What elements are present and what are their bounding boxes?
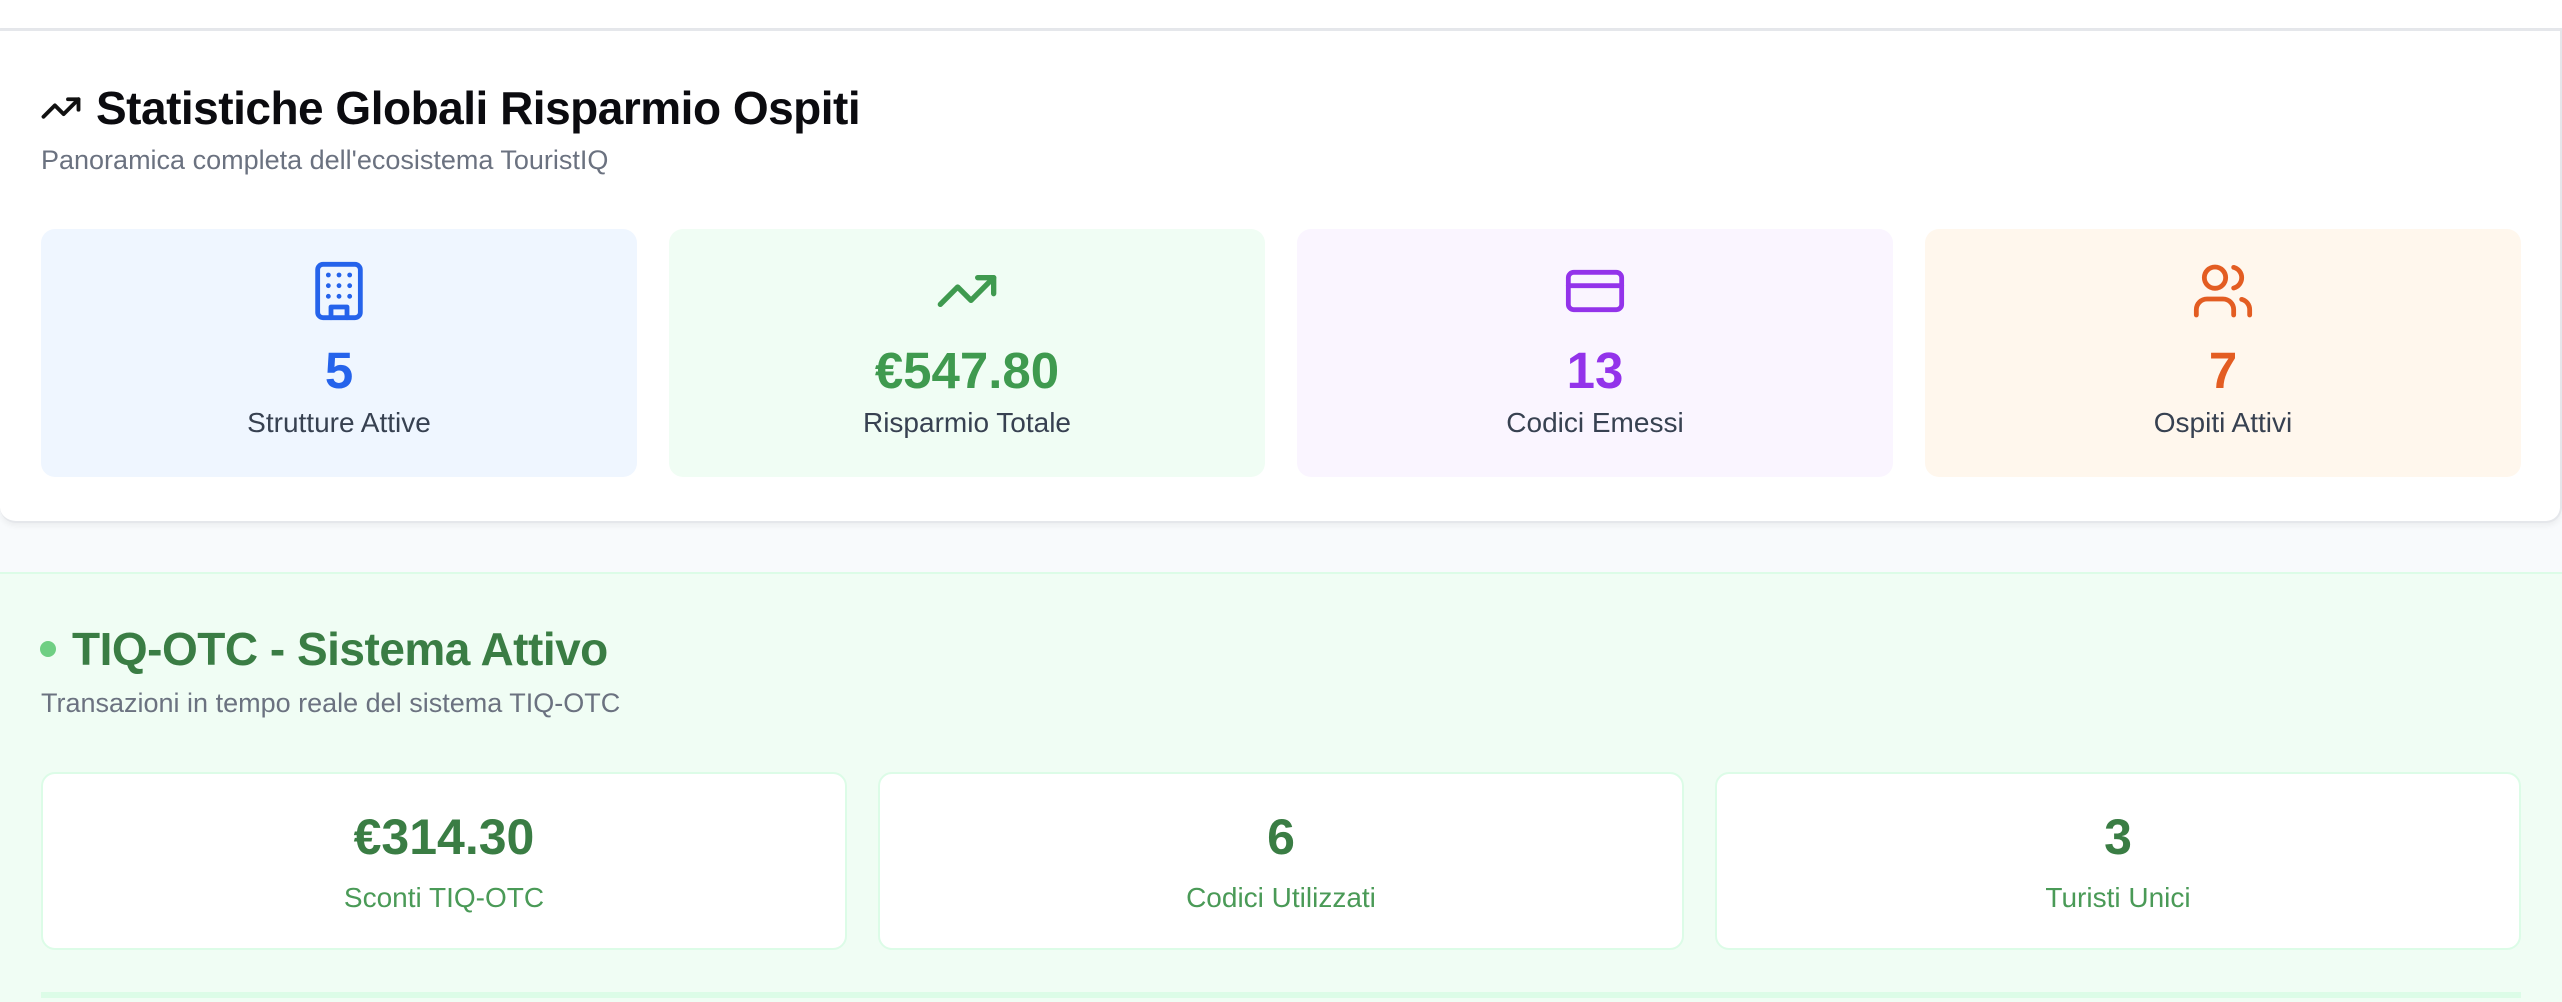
stat-label: Ospiti Attivi: [2153, 407, 2293, 438]
stats-title-row: Statistiche Globali Risparmio Ospiti: [40, 81, 861, 135]
trending-up-icon: [937, 275, 997, 307]
otc-label: Turisti Unici: [2045, 882, 2191, 913]
otc-label: Sconti TIQ-OTC: [343, 882, 545, 913]
credit-card-icon: [1565, 269, 1625, 313]
trending-up-icon: [41, 97, 81, 119]
stats-subtitle: Panoramica completa dell'ecosistema Tour…: [41, 145, 609, 175]
stat-label: Risparmio Totale: [862, 407, 1072, 438]
stat-tile-risparmio-totale: €547.80 Risparmio Totale: [669, 229, 1265, 477]
tiq-otc-card: TIQ-OTC - Sistema Attivo Transazioni in …: [0, 572, 2562, 1002]
stat-label: Codici Emessi: [1506, 407, 1684, 438]
status-dot-icon: [40, 641, 56, 657]
stat-tile-strutture-attive: 5 Strutture Attive: [41, 229, 637, 477]
stat-value: 7: [2208, 342, 2238, 399]
top-strip: [0, 0, 2562, 30]
otc-subtitle: Transazioni in tempo reale del sistema T…: [41, 688, 621, 718]
stat-value: 13: [1566, 342, 1624, 399]
building-icon: [315, 261, 363, 321]
otc-value: €314.30: [353, 809, 535, 865]
stat-value: €547.80: [874, 342, 1060, 399]
otc-tile-sconti: €314.30 Sconti TIQ-OTC: [41, 772, 847, 950]
otc-value: 3: [2104, 809, 2132, 865]
otc-tile-turisti-unici: 3 Turisti Unici: [1715, 772, 2521, 950]
otc-tile-codici-utilizzati: 6 Codici Utilizzati: [878, 772, 1684, 950]
otc-title: TIQ-OTC - Sistema Attivo: [72, 623, 608, 675]
otc-label: Codici Utilizzati: [1186, 882, 1376, 913]
otc-value: 6: [1267, 809, 1295, 865]
stat-label: Strutture Attive: [247, 407, 431, 438]
stat-tile-codici-emessi: 13 Codici Emessi: [1297, 229, 1893, 477]
stat-value: 5: [324, 342, 354, 399]
otc-title-row: TIQ-OTC - Sistema Attivo: [40, 622, 608, 676]
divider: [41, 992, 2521, 998]
stat-tile-ospiti-attivi: 7 Ospiti Attivi: [1925, 229, 2521, 477]
global-stats-card: Statistiche Globali Risparmio Ospiti Pan…: [0, 29, 2562, 523]
users-icon: [2193, 264, 2253, 318]
stats-title: Statistiche Globali Risparmio Ospiti: [96, 82, 861, 134]
